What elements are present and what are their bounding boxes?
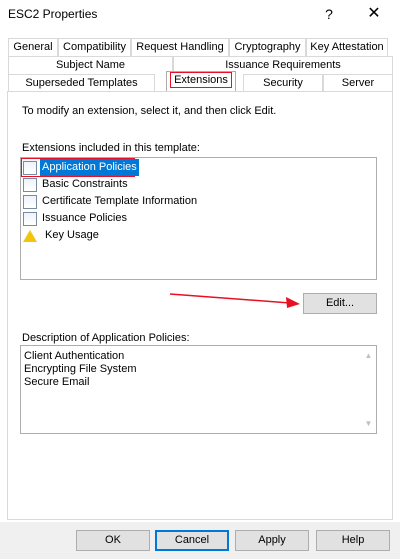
document-icon (23, 160, 37, 175)
apply-button[interactable]: Apply (235, 530, 309, 551)
scroll-down-icon[interactable]: ▼ (361, 416, 376, 431)
list-item-application-policies[interactable]: Application Policies (23, 159, 139, 176)
close-icon[interactable]: ✕ (364, 4, 384, 24)
document-icon (23, 194, 37, 209)
description-label: Description of Application Policies: (22, 332, 190, 344)
list-item-certificate-template-information[interactable]: Certificate Template Information (23, 193, 199, 210)
list-item-basic-constraints[interactable]: Basic Constraints (23, 176, 130, 193)
tab-superseded-templates[interactable]: Superseded Templates (8, 74, 155, 92)
title-bar: ESC2 Properties ? ✕ (0, 0, 400, 30)
tab-subject-name[interactable]: Subject Name (8, 56, 173, 74)
description-line: Secure Email (24, 376, 90, 388)
tab-request-handling[interactable]: Request Handling (131, 38, 229, 56)
list-item-key-usage[interactable]: Key Usage (23, 227, 101, 244)
description-line: Encrypting File System (24, 363, 137, 375)
instruction-text: To modify an extension, select it, and t… (22, 105, 277, 117)
cancel-button[interactable]: Cancel (155, 530, 229, 551)
tab-general[interactable]: General (8, 38, 58, 56)
extensions-list-label: Extensions included in this template: (22, 142, 200, 154)
warning-icon (23, 229, 37, 242)
window-title: ESC2 Properties (8, 7, 98, 21)
list-item-issuance-policies[interactable]: Issuance Policies (23, 210, 129, 227)
help-button[interactable]: Help (316, 530, 390, 551)
help-icon[interactable]: ? (322, 4, 336, 24)
scroll-up-icon[interactable]: ▲ (361, 348, 376, 363)
tab-cryptography[interactable]: Cryptography (229, 38, 306, 56)
document-icon (23, 177, 37, 192)
document-icon (23, 211, 37, 226)
tab-extensions[interactable]: Extensions (166, 71, 236, 91)
tab-key-attestation[interactable]: Key Attestation (306, 38, 388, 56)
description-scrollbar[interactable]: ▲ ▼ (361, 346, 376, 433)
edit-button[interactable]: Edit... (303, 293, 377, 314)
ok-button[interactable]: OK (76, 530, 150, 551)
description-line: Client Authentication (24, 350, 125, 362)
tab-server[interactable]: Server (323, 74, 393, 92)
extensions-list[interactable]: Application Policies Basic Constraints C… (20, 157, 377, 280)
tab-compatibility[interactable]: Compatibility (58, 38, 131, 56)
tab-security[interactable]: Security (243, 74, 323, 92)
description-textbox[interactable]: Client Authentication Encrypting File Sy… (20, 345, 377, 434)
